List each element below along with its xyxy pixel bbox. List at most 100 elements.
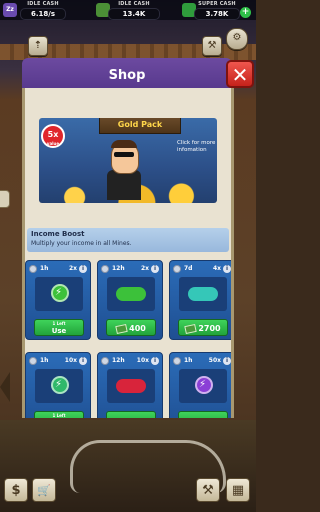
clock-icon	[173, 357, 181, 365]
lightning-gem-icon	[195, 376, 213, 394]
gem-display	[35, 369, 83, 403]
sunglasses-icon	[114, 152, 134, 157]
card-multiplier: 10x	[136, 357, 149, 364]
gem-display	[179, 277, 227, 311]
uses-left-label: 1 Left	[52, 413, 66, 418]
cash-button[interactable]: $	[4, 478, 28, 502]
hammer-icon: ⚒	[202, 483, 214, 498]
card-header: 12h 10x i	[101, 357, 159, 366]
idle-cash-total-value: 13.4K	[108, 8, 160, 20]
super-cash: SUPER CASH 3.78K	[194, 1, 240, 20]
card-multiplier: 2x	[68, 265, 77, 272]
mine-tools-button[interactable]: ⚒	[196, 478, 220, 502]
card-header: 12h 2x i	[101, 265, 159, 274]
boost-card-1h-2x[interactable]: 1h 2x i 1 Left Use	[25, 260, 91, 340]
gem-display	[35, 277, 83, 311]
cash-boost-icon: ⇡	[33, 40, 43, 51]
income-boost-header: Income Boost Multiply your income in all…	[27, 228, 229, 252]
lightning-gem-icon	[51, 284, 69, 302]
shop-button[interactable]: 🛒	[32, 478, 56, 502]
boost-card-1h-10x[interactable]: 1h 10x i 1 Left	[25, 352, 91, 418]
gear-icon: ⚙	[232, 32, 242, 43]
buy-button[interactable]	[178, 411, 228, 418]
income-boost-subtitle: Multiply your income in all Mines.	[31, 240, 132, 247]
card-multiplier: 4x	[212, 265, 221, 272]
clock-icon	[29, 265, 37, 273]
idle-cash-label: IDLE CASH	[27, 1, 59, 7]
income-boost-title: Income Boost	[31, 230, 85, 238]
info-icon[interactable]: i	[223, 265, 231, 273]
card-header: 1h 2x i	[29, 265, 87, 274]
character-hair	[111, 140, 137, 148]
cash-icon	[184, 323, 198, 334]
info-icon[interactable]: i	[151, 357, 159, 365]
settings-button[interactable]: ⚙	[226, 28, 248, 50]
badge-sub: value	[46, 141, 60, 146]
managers-button[interactable]: ⚒	[202, 36, 222, 56]
gem-pile-icon	[116, 287, 146, 301]
badge-value: 5x	[47, 130, 59, 139]
value-badge: 5x value	[41, 124, 65, 148]
gem-display	[179, 369, 227, 403]
card-duration: 1h	[184, 357, 193, 364]
card-multiplier: 10x	[64, 357, 77, 364]
boost-cash-button[interactable]: ⇡	[28, 36, 48, 56]
idle-cash-rate: IDLE CASH 6.18/s	[20, 1, 66, 20]
super-cash-label: SUPER CASH	[198, 1, 236, 7]
side-tab-handle[interactable]	[0, 190, 10, 208]
idle-cash-rate-value: 6.18/s	[20, 8, 66, 20]
boost-card-12h-10x[interactable]: 12h 10x i	[97, 352, 163, 418]
card-header: 1h 10x i	[29, 357, 87, 366]
buy-button[interactable]	[106, 411, 156, 418]
price-label: 400	[129, 324, 146, 333]
buy-button[interactable]: 2700	[178, 319, 228, 336]
info-icon[interactable]: i	[151, 265, 159, 273]
gold-pack-title: Gold Pack	[99, 118, 181, 134]
add-super-cash-button[interactable]: +	[240, 7, 251, 18]
card-multiplier: 2x	[140, 265, 149, 272]
idle-cash-total: IDLE CASH 13.4K	[108, 1, 160, 20]
use-label: Use	[51, 327, 67, 335]
character-body	[107, 170, 141, 200]
card-header: 1h 50x i	[173, 357, 231, 366]
gem-pile-icon	[188, 287, 218, 301]
gold-pack-banner[interactable]: Gold Pack Click for more infomation	[39, 118, 217, 203]
map-icon: ▦	[231, 483, 245, 498]
card-duration: 7d	[184, 265, 193, 272]
clock-icon	[29, 357, 37, 365]
info-icon[interactable]: i	[79, 357, 87, 365]
map-button[interactable]: ▦	[226, 478, 250, 502]
boost-card-7d-4x[interactable]: 7d 4x i 2700	[169, 260, 231, 340]
price-label: 2700	[198, 324, 221, 333]
super-cash-value: 3.78K	[194, 8, 240, 20]
sleep-icon[interactable]: Zz	[3, 3, 17, 17]
use-button[interactable]: 1 Left Use	[34, 319, 84, 336]
clock-icon	[173, 265, 181, 273]
dollar-icon: $	[11, 483, 21, 498]
top-bar: Zz IDLE CASH 6.18/s IDLE CASH 13.4K SUPE…	[0, 0, 256, 20]
card-multiplier: 50x	[208, 357, 221, 364]
info-icon[interactable]: i	[223, 357, 231, 365]
card-duration: 12h	[112, 357, 125, 364]
shop-body: Gold Pack Click for more infomation 5x v…	[22, 88, 234, 418]
gem-display	[107, 369, 155, 403]
boost-card-12h-2x[interactable]: 12h 2x i 400	[97, 260, 163, 340]
pickaxe-icon: ⚒	[207, 40, 217, 51]
close-button[interactable]: ✕	[226, 60, 254, 88]
card-header: 7d 4x i	[173, 265, 231, 274]
lightning-gem-icon	[51, 376, 69, 394]
use-button[interactable]: 1 Left	[34, 411, 84, 418]
clock-icon	[101, 357, 109, 365]
cart-icon: 🛒	[37, 484, 51, 497]
card-duration: 1h	[40, 357, 49, 364]
buy-button[interactable]: 400	[106, 319, 156, 336]
clock-icon	[101, 265, 109, 273]
card-duration: 1h	[40, 265, 49, 272]
gem-display	[107, 277, 155, 311]
boost-card-1h-50x[interactable]: 1h 50x i	[169, 352, 231, 418]
card-duration: 12h	[112, 265, 125, 272]
cash-icon	[115, 323, 128, 334]
idle-cash-label-2: IDLE CASH	[118, 1, 150, 7]
shop-title: Shop	[108, 68, 146, 83]
info-icon[interactable]: i	[79, 265, 87, 273]
